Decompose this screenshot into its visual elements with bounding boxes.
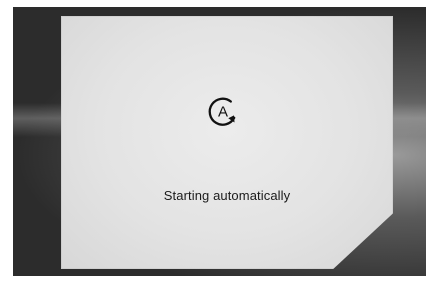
screen-frame: A Starting automatically bbox=[0, 0, 429, 282]
auto-restart-icon: A bbox=[208, 97, 236, 126]
status-text: Starting automatically bbox=[163, 188, 291, 203]
display-panel: A Starting automatically bbox=[61, 16, 393, 269]
vehicle-display-scene: A Starting automatically bbox=[13, 7, 426, 276]
auto-icon-letter: A bbox=[218, 104, 228, 121]
